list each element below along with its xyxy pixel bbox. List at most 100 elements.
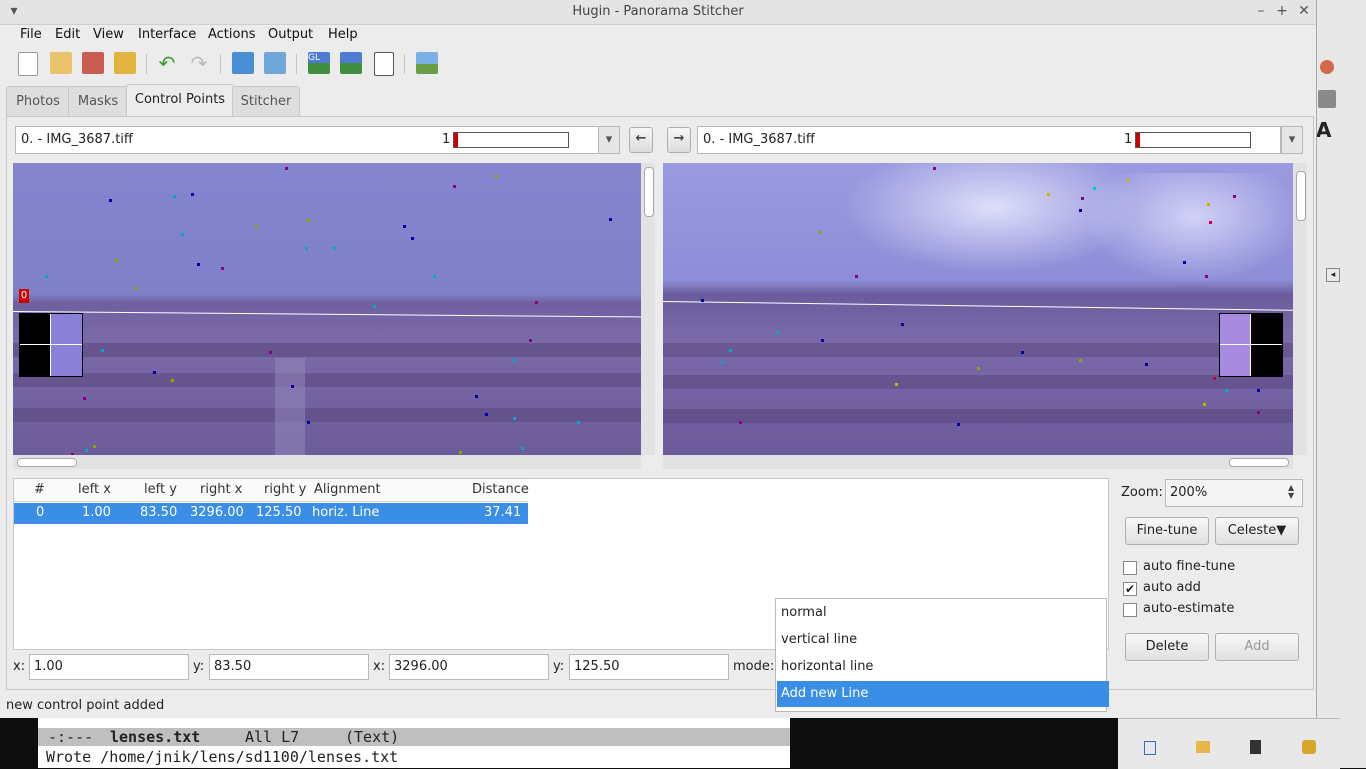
tab-stitcher[interactable]: Stitcher <box>232 86 300 117</box>
emacs-echo-area: Wrote /home/jnik/lens/sd1100/lenses.txt <box>46 748 399 766</box>
save-icon[interactable] <box>82 52 104 74</box>
text-tool-icon[interactable]: A <box>1316 118 1338 142</box>
col-left-y[interactable]: left y <box>144 482 177 497</box>
right-image-count: 1 <box>1124 132 1133 147</box>
folder-icon[interactable] <box>1196 741 1210 753</box>
save-as-icon[interactable] <box>114 52 136 74</box>
auto-fine-tune-label: auto fine-tune <box>1143 559 1236 574</box>
left-x-value: 1.00 <box>34 659 63 674</box>
toolbar-separator <box>146 54 147 74</box>
mode-option-vertical-line[interactable]: vertical line <box>777 627 1109 653</box>
control-point-marker[interactable]: 0 <box>19 289 29 303</box>
col-left-x[interactable]: left x <box>78 482 111 497</box>
left-image-canvas[interactable]: 0 <box>13 163 641 455</box>
right-image-combo[interactable]: 0. - IMG_3687.tiff 1 <box>697 126 1281 154</box>
add-button[interactable]: Add <box>1215 633 1299 661</box>
control-point-magnifier[interactable] <box>1219 313 1283 377</box>
settings-icon[interactable] <box>1302 740 1316 754</box>
roof-stripe <box>663 409 1293 423</box>
show-details-icon[interactable] <box>374 52 394 76</box>
zoom-select[interactable]: 200% ▲ ▼ <box>1165 479 1303 507</box>
col-num[interactable]: # <box>34 482 45 497</box>
left-y-value: 83.50 <box>214 659 252 674</box>
col-alignment[interactable]: Alignment <box>314 482 381 497</box>
close-button[interactable]: ✕ <box>1296 3 1312 19</box>
table-row[interactable]: 0 1.00 83.50 3296.00 125.50 horiz. Line … <box>14 503 528 524</box>
vertical-post <box>275 358 305 455</box>
prev-image-button[interactable]: ← <box>629 127 653 153</box>
right-image-dropdown-icon[interactable]: ▾ <box>1281 126 1303 154</box>
col-distance[interactable]: Distance <box>472 482 529 497</box>
control-point-magnifier[interactable] <box>19 313 83 377</box>
mode-option-add-new-line[interactable]: Add new Line <box>777 681 1109 707</box>
menu-actions[interactable]: Actions <box>208 27 256 42</box>
emacs-modeline: -:--- lenses.txt All L7 (Text) <box>38 728 790 746</box>
delete-button[interactable]: Delete <box>1125 633 1209 661</box>
menu-interface[interactable]: Interface <box>138 27 196 42</box>
right-y-label: y: <box>553 659 565 674</box>
tab-photos[interactable]: Photos <box>6 86 70 117</box>
stitch-icon[interactable] <box>416 52 438 74</box>
download-icon[interactable] <box>1144 741 1156 755</box>
modeline-mode: (Text) <box>345 728 400 746</box>
tab-masks[interactable]: Masks <box>68 86 128 117</box>
gl-preview-icon[interactable]: GL <box>308 52 330 74</box>
title-bar: ▾ Hugin - Panorama Stitcher – + ✕ <box>0 0 1316 25</box>
fast-preview-icon[interactable] <box>340 52 362 74</box>
maximize-button[interactable]: + <box>1274 3 1290 19</box>
next-image-button[interactable]: → <box>667 127 691 153</box>
zoom-spin-icon[interactable]: ▲ ▼ <box>1288 484 1294 500</box>
menu-view[interactable]: View <box>93 27 124 42</box>
celeste-button[interactable]: Celeste▼ <box>1215 517 1299 545</box>
redo-icon[interactable]: ↷ <box>188 52 210 74</box>
right-x-value: 3296.00 <box>394 659 448 674</box>
new-project-icon[interactable] <box>18 52 38 76</box>
left-horizontal-scrollbar[interactable] <box>13 455 641 469</box>
mode-option-normal[interactable]: normal <box>777 600 1109 626</box>
tab-control-points[interactable]: Control Points <box>126 84 234 118</box>
side-collapse-icon[interactable]: ◂ <box>1326 268 1340 282</box>
right-x-field[interactable]: 3296.00 <box>389 654 549 680</box>
cell-left-x: 1.00 <box>82 505 111 520</box>
brush-tool-icon[interactable] <box>1318 90 1336 108</box>
auto-fine-tune-checkbox[interactable] <box>1123 561 1137 575</box>
col-right-y[interactable]: right y <box>264 482 306 497</box>
mode-option-horizontal-line[interactable]: horizontal line <box>777 654 1109 680</box>
left-vertical-scrollbar[interactable] <box>641 163 655 455</box>
open-project-icon[interactable] <box>50 52 72 74</box>
trash-icon[interactable] <box>1250 740 1261 754</box>
right-image-canvas[interactable]: 0 <box>663 163 1293 455</box>
menu-help[interactable]: Help <box>328 27 358 42</box>
terminal-window: -:--- lenses.txt All L7 (Text) Wrote /ho… <box>38 718 790 768</box>
left-y-field[interactable]: 83.50 <box>209 654 369 680</box>
left-image-combo[interactable]: 0. - IMG_3687.tiff 1 <box>15 126 599 154</box>
palette-icon[interactable] <box>1320 60 1334 74</box>
right-x-label: x: <box>373 659 386 674</box>
col-right-x[interactable]: right x <box>200 482 242 497</box>
fine-tune-button[interactable]: Fine-tune <box>1125 517 1209 545</box>
left-image-count: 1 <box>442 132 451 147</box>
left-image-dropdown-icon[interactable]: ▾ <box>598 126 620 154</box>
undo-icon[interactable]: ↶ <box>156 52 178 74</box>
hugin-window: ▾ Hugin - Panorama Stitcher – + ✕ File E… <box>0 0 1317 718</box>
auto-add-checkbox[interactable]: ✔ <box>1123 582 1137 596</box>
cell-left-y: 83.50 <box>140 505 178 520</box>
auto-estimate-checkbox[interactable] <box>1123 603 1137 617</box>
mode-dropdown: normal vertical line horizontal line Add… <box>775 598 1109 712</box>
control-points-icon[interactable] <box>264 52 286 74</box>
left-image-progress <box>453 132 569 148</box>
right-y-value: 125.50 <box>574 659 620 674</box>
add-images-icon[interactable] <box>232 52 254 74</box>
right-y-field[interactable]: 125.50 <box>569 654 729 680</box>
cell-distance: 37.41 <box>484 505 522 520</box>
menu-bar: File Edit View Interface Actions Output … <box>0 24 1316 46</box>
left-x-field[interactable]: 1.00 <box>29 654 189 680</box>
minimize-button[interactable]: – <box>1253 3 1269 19</box>
menu-output[interactable]: Output <box>268 27 313 42</box>
right-vertical-scrollbar[interactable] <box>1293 163 1307 455</box>
menu-edit[interactable]: Edit <box>55 27 80 42</box>
right-image-progress <box>1135 132 1251 148</box>
auto-estimate-label: auto-estimate <box>1143 601 1235 616</box>
menu-file[interactable]: File <box>20 27 42 42</box>
right-horizontal-scrollbar[interactable] <box>663 455 1293 469</box>
